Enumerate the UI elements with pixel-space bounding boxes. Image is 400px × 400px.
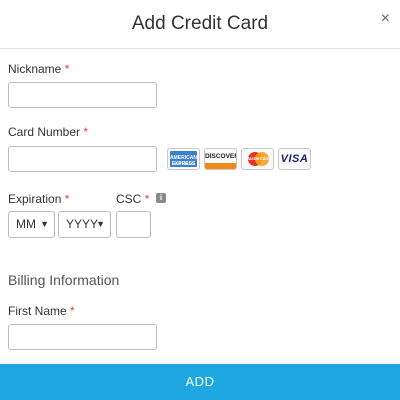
- expiration-month-select[interactable]: MM ▼: [8, 211, 55, 238]
- amex-card-icon: AMERICAN EXPRESS BUSINESS: [167, 148, 200, 170]
- csc-label: CSC *: [116, 192, 149, 206]
- card-number-label-text: Card Number: [8, 125, 81, 139]
- first-name-input[interactable]: [8, 324, 157, 350]
- expiration-year-select[interactable]: YYYY ▼: [58, 211, 111, 238]
- billing-section-title: Billing Information: [8, 272, 120, 288]
- expiration-label: Expiration *: [8, 192, 69, 206]
- card-number-input[interactable]: [8, 146, 157, 172]
- amex-card-face: AMERICAN EXPRESS BUSINESS: [170, 151, 197, 167]
- expiration-year-value: YYYY: [66, 217, 99, 231]
- required-marker: *: [70, 304, 75, 318]
- discover-card-icon: DISCOVER: [204, 148, 237, 170]
- nickname-input[interactable]: [8, 82, 157, 108]
- dialog-header: Add Credit Card ×: [0, 0, 400, 49]
- card-number-label: Card Number *: [8, 125, 88, 139]
- csc-label-text: CSC: [116, 192, 142, 206]
- required-marker: *: [144, 192, 150, 206]
- visa-card-icon: VISA: [278, 148, 311, 170]
- visa-card-text: VISA: [280, 153, 309, 165]
- chevron-down-icon: ▼: [40, 219, 49, 229]
- discover-card-stripe: [205, 163, 236, 169]
- close-icon[interactable]: ×: [381, 11, 390, 27]
- add-button[interactable]: ADD: [0, 364, 400, 400]
- first-name-label: First Name *: [8, 304, 75, 318]
- nickname-label: Nickname *: [8, 62, 69, 76]
- mastercard-card-text: MasterCard: [245, 156, 270, 161]
- expiration-month-value: MM: [16, 217, 36, 231]
- info-icon[interactable]: i: [156, 193, 166, 203]
- mastercard-card-icon: MasterCard: [241, 148, 274, 170]
- nickname-label-text: Nickname: [8, 62, 62, 76]
- discover-card-text: DISCOVER: [205, 153, 237, 160]
- chevron-down-icon: ▼: [96, 219, 105, 229]
- dialog-title: Add Credit Card: [131, 13, 269, 34]
- required-marker: *: [83, 125, 89, 139]
- expiration-label-text: Expiration: [8, 192, 62, 206]
- first-name-label-text: First Name: [8, 304, 67, 318]
- required-marker: *: [64, 62, 70, 76]
- required-marker: *: [64, 192, 70, 206]
- csc-input[interactable]: [116, 211, 151, 238]
- amex-card-subtext: BUSINESS: [173, 161, 194, 166]
